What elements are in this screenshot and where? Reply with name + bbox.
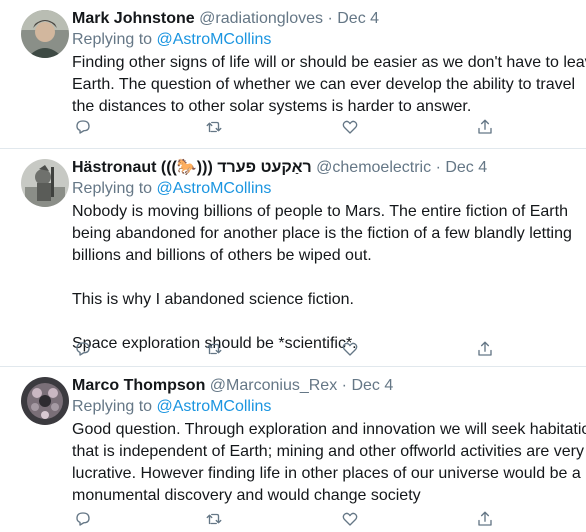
avatar-image bbox=[21, 10, 69, 58]
tweet-text-line: Nobody is moving billions of people to M… bbox=[72, 203, 568, 220]
tweet-text-line: Earth. The question of whether we can ev… bbox=[72, 76, 576, 93]
author-name[interactable]: Hästronaut (((🐎))) ראַקעט פערד bbox=[72, 159, 312, 176]
tweet-card[interactable]: Mark Johnstone @radiationgloves · Dec 4 … bbox=[0, 0, 586, 148]
replying-mention[interactable]: @AstroMCollins bbox=[157, 398, 272, 415]
tweet-header: Marco Thompson @Marconius_Rex · Dec 4 bbox=[72, 375, 578, 397]
replying-to: Replying to @AstroMCollins bbox=[72, 30, 578, 50]
share-icon bbox=[478, 119, 492, 134]
tweet-actions bbox=[72, 116, 502, 138]
like-icon bbox=[342, 120, 358, 134]
tweet-text-line: monumental discovery and would change so… bbox=[72, 487, 421, 504]
avatar[interactable] bbox=[21, 10, 69, 58]
avatar[interactable] bbox=[21, 377, 69, 425]
reply-icon bbox=[76, 342, 90, 356]
tweet-text-line: lucrative. However finding life in other… bbox=[72, 465, 581, 482]
reply-button[interactable] bbox=[72, 338, 94, 360]
reply-icon bbox=[76, 120, 90, 134]
like-button[interactable] bbox=[339, 116, 361, 138]
reply-icon bbox=[76, 512, 90, 526]
avatar-image bbox=[21, 377, 69, 425]
retweet-icon bbox=[206, 343, 222, 355]
tweet-text-line: Finding other signs of life will or shou… bbox=[72, 54, 586, 71]
replying-to: Replying to @AstroMCollins bbox=[72, 397, 578, 417]
share-button[interactable] bbox=[474, 116, 496, 138]
share-icon bbox=[478, 341, 492, 356]
replying-prefix: Replying to bbox=[72, 31, 157, 48]
reply-button[interactable] bbox=[72, 508, 94, 530]
separator-dot: · bbox=[327, 10, 333, 27]
tweet-text: Finding other signs of life will or shou… bbox=[72, 52, 586, 118]
tweet-actions bbox=[72, 508, 502, 530]
tweet-date[interactable]: Dec 4 bbox=[445, 159, 487, 176]
tweet-card[interactable]: Hästronaut (((🐎))) ראַקעט פערד @chemoele… bbox=[0, 149, 586, 365]
replying-mention[interactable]: @AstroMCollins bbox=[157, 180, 272, 197]
author-name[interactable]: Marco Thompson bbox=[72, 377, 205, 394]
retweet-button[interactable] bbox=[203, 338, 225, 360]
author-handle[interactable]: @radiationgloves bbox=[199, 10, 323, 27]
like-button[interactable] bbox=[339, 508, 361, 530]
tweet-text-line: the distances to other solar systems is … bbox=[72, 98, 472, 115]
tweet-header: Mark Johnstone @radiationgloves · Dec 4 bbox=[72, 8, 578, 30]
replying-to: Replying to @AstroMCollins bbox=[72, 179, 578, 199]
author-handle[interactable]: @Marconius_Rex bbox=[210, 377, 337, 394]
author-handle[interactable]: @chemoelectric bbox=[316, 159, 431, 176]
like-button[interactable] bbox=[339, 338, 361, 360]
tweet-text-line: billions and billions of others be wiped… bbox=[72, 247, 372, 264]
reply-button[interactable] bbox=[72, 116, 94, 138]
tweet-text-line: Good question. Through exploration and i… bbox=[72, 421, 586, 438]
tweet-text-line: being abandoned for another place is the… bbox=[72, 225, 572, 242]
tweet-text: Good question. Through exploration and i… bbox=[72, 419, 586, 507]
separator-dot: · bbox=[341, 377, 347, 394]
retweet-button[interactable] bbox=[203, 508, 225, 530]
tweet-header: Hästronaut (((🐎))) ראַקעט פערד @chemoele… bbox=[72, 157, 578, 179]
share-button[interactable] bbox=[474, 508, 496, 530]
tweet-actions bbox=[72, 338, 502, 360]
author-name[interactable]: Mark Johnstone bbox=[72, 10, 195, 27]
avatar[interactable] bbox=[21, 159, 69, 207]
tweet-text: Nobody is moving billions of people to M… bbox=[72, 201, 578, 355]
share-icon bbox=[478, 511, 492, 526]
tweet-text-line: This is why I abandoned science fiction. bbox=[72, 291, 354, 308]
retweet-button[interactable] bbox=[203, 116, 225, 138]
tweet-date[interactable]: Dec 4 bbox=[351, 377, 393, 394]
share-button[interactable] bbox=[474, 338, 496, 360]
avatar-image bbox=[21, 159, 69, 207]
like-icon bbox=[342, 512, 358, 526]
separator-dot: · bbox=[435, 159, 441, 176]
retweet-icon bbox=[206, 513, 222, 525]
replying-prefix: Replying to bbox=[72, 398, 157, 415]
replying-mention[interactable]: @AstroMCollins bbox=[157, 31, 272, 48]
retweet-icon bbox=[206, 121, 222, 133]
tweet-text-line: that is independent of Earth; mining and… bbox=[72, 443, 584, 460]
tweet-card[interactable]: Marco Thompson @Marconius_Rex · Dec 4 Re… bbox=[0, 367, 586, 532]
tweet-date[interactable]: Dec 4 bbox=[337, 10, 379, 27]
replying-prefix: Replying to bbox=[72, 180, 157, 197]
like-icon bbox=[342, 342, 358, 356]
